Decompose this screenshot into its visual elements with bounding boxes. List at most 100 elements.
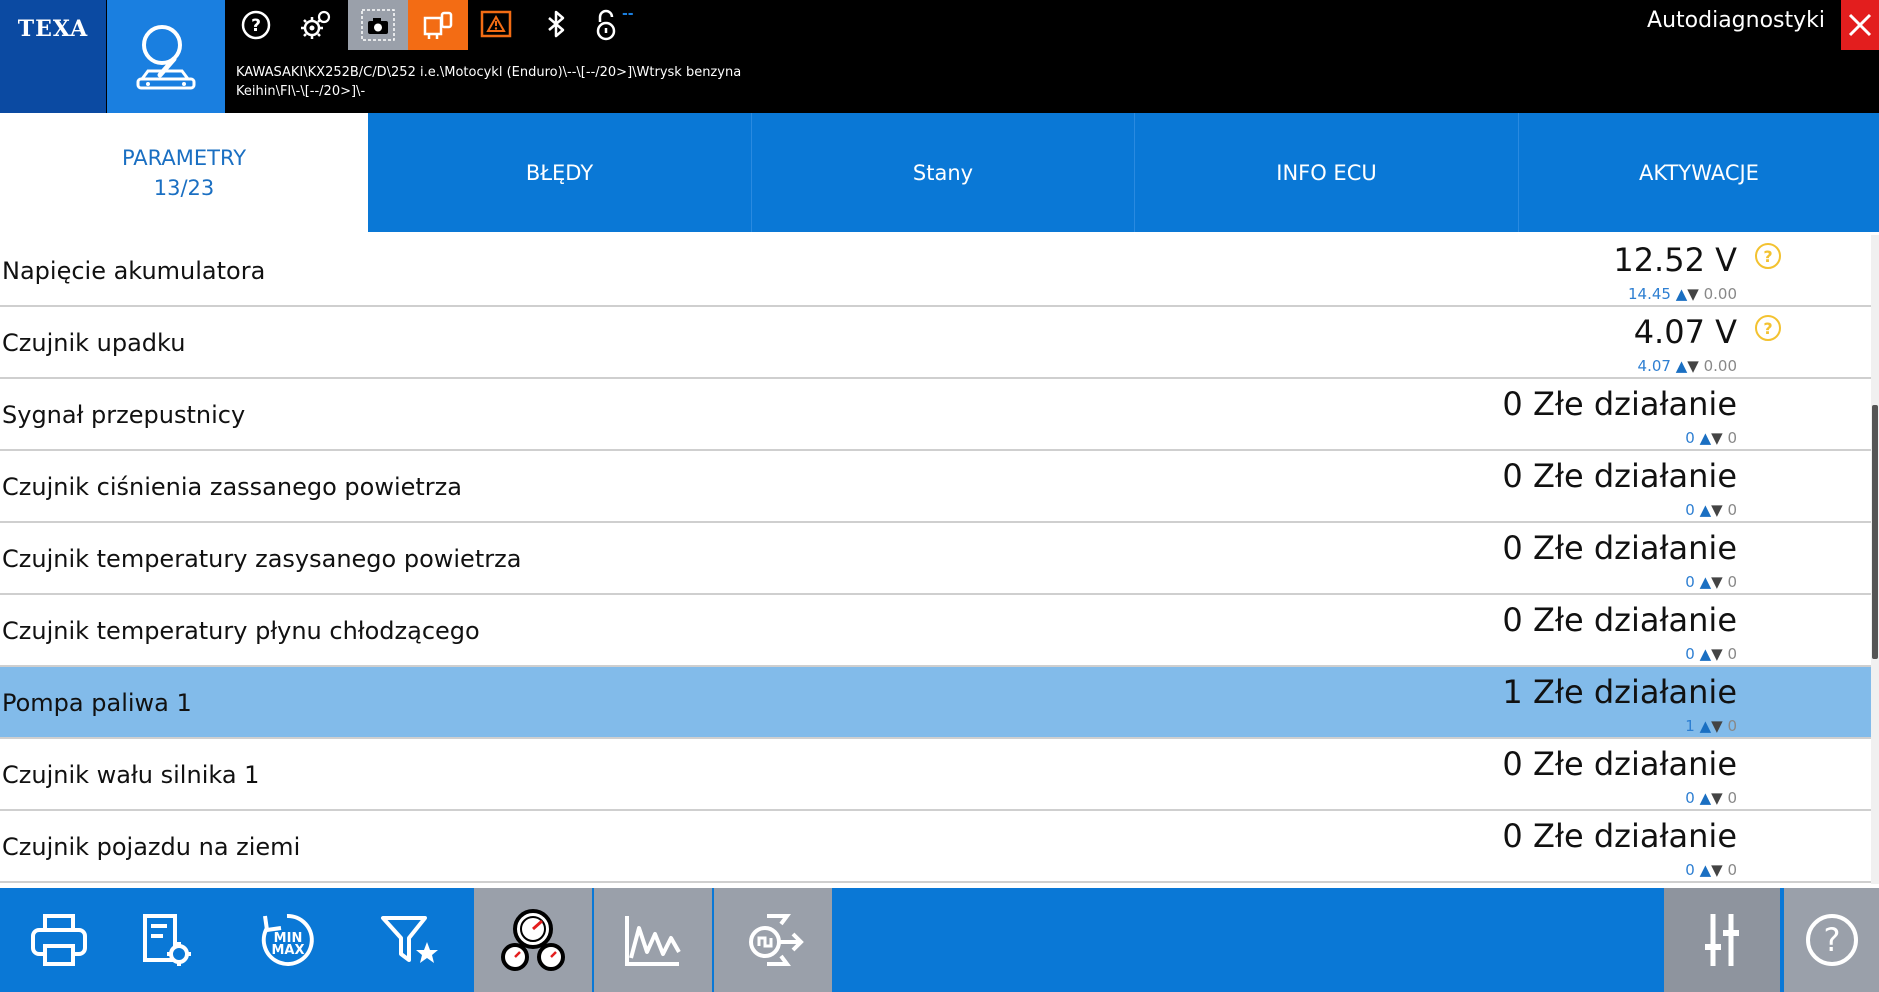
warning-button[interactable] (466, 0, 526, 50)
vehicle-path-line1: KAWASAKI\KX252B/C/D\252 i.e.\Motocykl (E… (236, 65, 742, 80)
help-bottom-button[interactable]: ? (1784, 888, 1879, 992)
close-button[interactable] (1841, 0, 1879, 50)
settings-button[interactable] (286, 0, 346, 50)
range-max: 14.45 (1627, 285, 1671, 303)
connection-status: -- (622, 6, 634, 22)
parameter-row[interactable]: Czujnik temperatury płynu chłodzącego 0 … (0, 595, 1871, 667)
sliders-button[interactable] (1664, 888, 1780, 992)
parameter-range: 0 ▲▼ 0 (1685, 789, 1737, 807)
tab-bar: PARAMETRY 13/23 BŁĘDY Stany INFO ECU AKT… (0, 113, 1879, 232)
config-icon (143, 914, 191, 966)
sliders-icon (1705, 914, 1739, 966)
parameter-range: 0 ▲▼ 0 (1685, 429, 1737, 447)
parameter-name: Sygnał przepustnicy (2, 401, 246, 429)
gauges-view-button[interactable] (474, 888, 592, 992)
vehicle-path: KAWASAKI\KX252B/C/D\252 i.e.\Motocykl (E… (236, 63, 796, 101)
parameter-range: 0 ▲▼ 0 (1685, 861, 1737, 879)
parameter-row[interactable]: Napięcie akumulatora 12.52 V 14.45 ▲▼ 0.… (0, 235, 1871, 307)
gauges-icon (501, 909, 565, 971)
list-scrollbar[interactable] (1871, 235, 1879, 884)
parameter-name: Czujnik pojazdu na ziemi (2, 833, 301, 861)
tab-aktywacje[interactable]: AKTYWACJE (1519, 113, 1879, 232)
parameter-name: Czujnik wału silnika 1 (2, 761, 260, 789)
range-max: 0 (1685, 645, 1695, 663)
tab-info-ecu[interactable]: INFO ECU (1135, 113, 1519, 232)
parameter-value: 4.07 V (1633, 313, 1737, 351)
graph-icon (625, 916, 681, 966)
max-arrow-icon: ▲ (1699, 645, 1712, 663)
camera-icon (361, 9, 395, 41)
range-min: 0 (1727, 789, 1737, 807)
min-arrow-icon: ▼ (1711, 861, 1723, 879)
max-arrow-icon: ▲ (1699, 717, 1712, 735)
range-max: 0 (1685, 573, 1695, 591)
min-arrow-icon: ▼ (1687, 285, 1699, 303)
tab-stany[interactable]: Stany (752, 113, 1135, 232)
minmax-bottom-label: MAX (271, 943, 304, 958)
graph-view-button[interactable] (594, 888, 712, 992)
scrollbar-thumb[interactable] (1872, 405, 1878, 659)
filter-favorites-button[interactable] (350, 888, 468, 992)
parameter-name: Czujnik upadku (2, 329, 186, 357)
device-link-icon (423, 11, 453, 39)
tab-parametry[interactable]: PARAMETRY 13/23 (0, 113, 368, 232)
parameter-row[interactable]: Czujnik temperatury zasysanego powietrza… (0, 523, 1871, 595)
min-arrow-icon: ▼ (1711, 429, 1723, 447)
parameter-row[interactable]: Czujnik wału silnika 1 0 Złe działanie 0… (0, 739, 1871, 811)
max-arrow-icon: ▲ (1699, 501, 1712, 519)
settings-icon (301, 10, 331, 39)
parameter-value: 0 Złe działanie (1502, 385, 1737, 423)
parameter-name: Pompa paliwa 1 (2, 689, 192, 717)
search-car-button[interactable] (107, 0, 225, 113)
device-link-button[interactable] (408, 0, 468, 50)
app-title: Autodiagnostyki (1647, 8, 1825, 33)
bottom-toolbar: MIN MAX ? (0, 888, 1879, 992)
parameter-row-selected[interactable]: Pompa paliwa 1 1 Złe działanie 1 ▲▼ 0 (0, 667, 1871, 739)
tab-counter: 13/23 (153, 175, 215, 200)
parameter-row[interactable]: Czujnik upadku 4.07 V 4.07 ▲▼ 0.00 ? (0, 307, 1871, 379)
parameter-range: 0 ▲▼ 0 (1685, 501, 1737, 519)
min-max-reset-icon: MIN MAX (261, 913, 314, 966)
range-max: 0 (1685, 429, 1695, 447)
parameter-list[interactable]: Napięcie akumulatora 12.52 V 14.45 ▲▼ 0.… (0, 235, 1871, 884)
tab-bledy[interactable]: BŁĘDY (368, 113, 752, 232)
range-max: 4.07 (1637, 357, 1671, 375)
brand-text: TEXA (17, 16, 89, 42)
min-arrow-icon: ▼ (1711, 501, 1723, 519)
min-max-reset-button[interactable]: MIN MAX (228, 888, 346, 992)
parameter-range: 0 ▲▼ 0 (1685, 645, 1737, 663)
range-min: 0 (1727, 501, 1737, 519)
close-icon (1848, 13, 1872, 37)
range-min: 0 (1727, 429, 1737, 447)
tab-label: INFO ECU (1276, 160, 1377, 185)
max-arrow-icon: ▲ (1675, 357, 1688, 375)
parameter-range: 4.07 ▲▼ 0.00 (1638, 357, 1737, 375)
parameter-row[interactable]: Sygnał przepustnicy 0 Złe działanie 0 ▲▼… (0, 379, 1871, 451)
toolbar-divider (1780, 888, 1782, 992)
svg-text:?: ? (251, 16, 261, 36)
print-button[interactable] (0, 888, 118, 992)
config-button[interactable] (106, 888, 224, 992)
signal-export-button[interactable] (714, 888, 832, 992)
tab-label: PARAMETRY (121, 145, 247, 170)
help-icon: ? (241, 10, 271, 40)
signal-export-icon (749, 914, 804, 966)
min-arrow-icon: ▼ (1687, 357, 1699, 375)
warning-icon (480, 10, 512, 38)
screenshot-button[interactable] (348, 0, 408, 50)
help-button[interactable]: ? (226, 0, 286, 50)
min-arrow-icon: ▼ (1711, 789, 1723, 807)
parameter-row[interactable]: Czujnik ciśnienia zassanego powietrza 0 … (0, 451, 1871, 523)
parameter-row[interactable]: Czujnik pojazdu na ziemi 0 Złe działanie… (0, 811, 1871, 883)
range-max: 0 (1685, 501, 1695, 519)
texa-logo: TEXA (0, 0, 106, 113)
range-min: 0 (1727, 645, 1737, 663)
tab-label: AKTYWACJE (1639, 160, 1759, 185)
range-max: 1 (1685, 717, 1695, 735)
top-bar: TEXA ? -- KAWASAKI\KX252B/C/D\252 i.e.\M… (0, 0, 1879, 113)
tab-label: BŁĘDY (525, 160, 594, 185)
search-car-icon (136, 24, 196, 89)
max-arrow-icon: ▲ (1699, 789, 1712, 807)
parameter-help-icon[interactable]: ? (1755, 243, 1781, 269)
parameter-help-icon[interactable]: ? (1755, 315, 1781, 341)
